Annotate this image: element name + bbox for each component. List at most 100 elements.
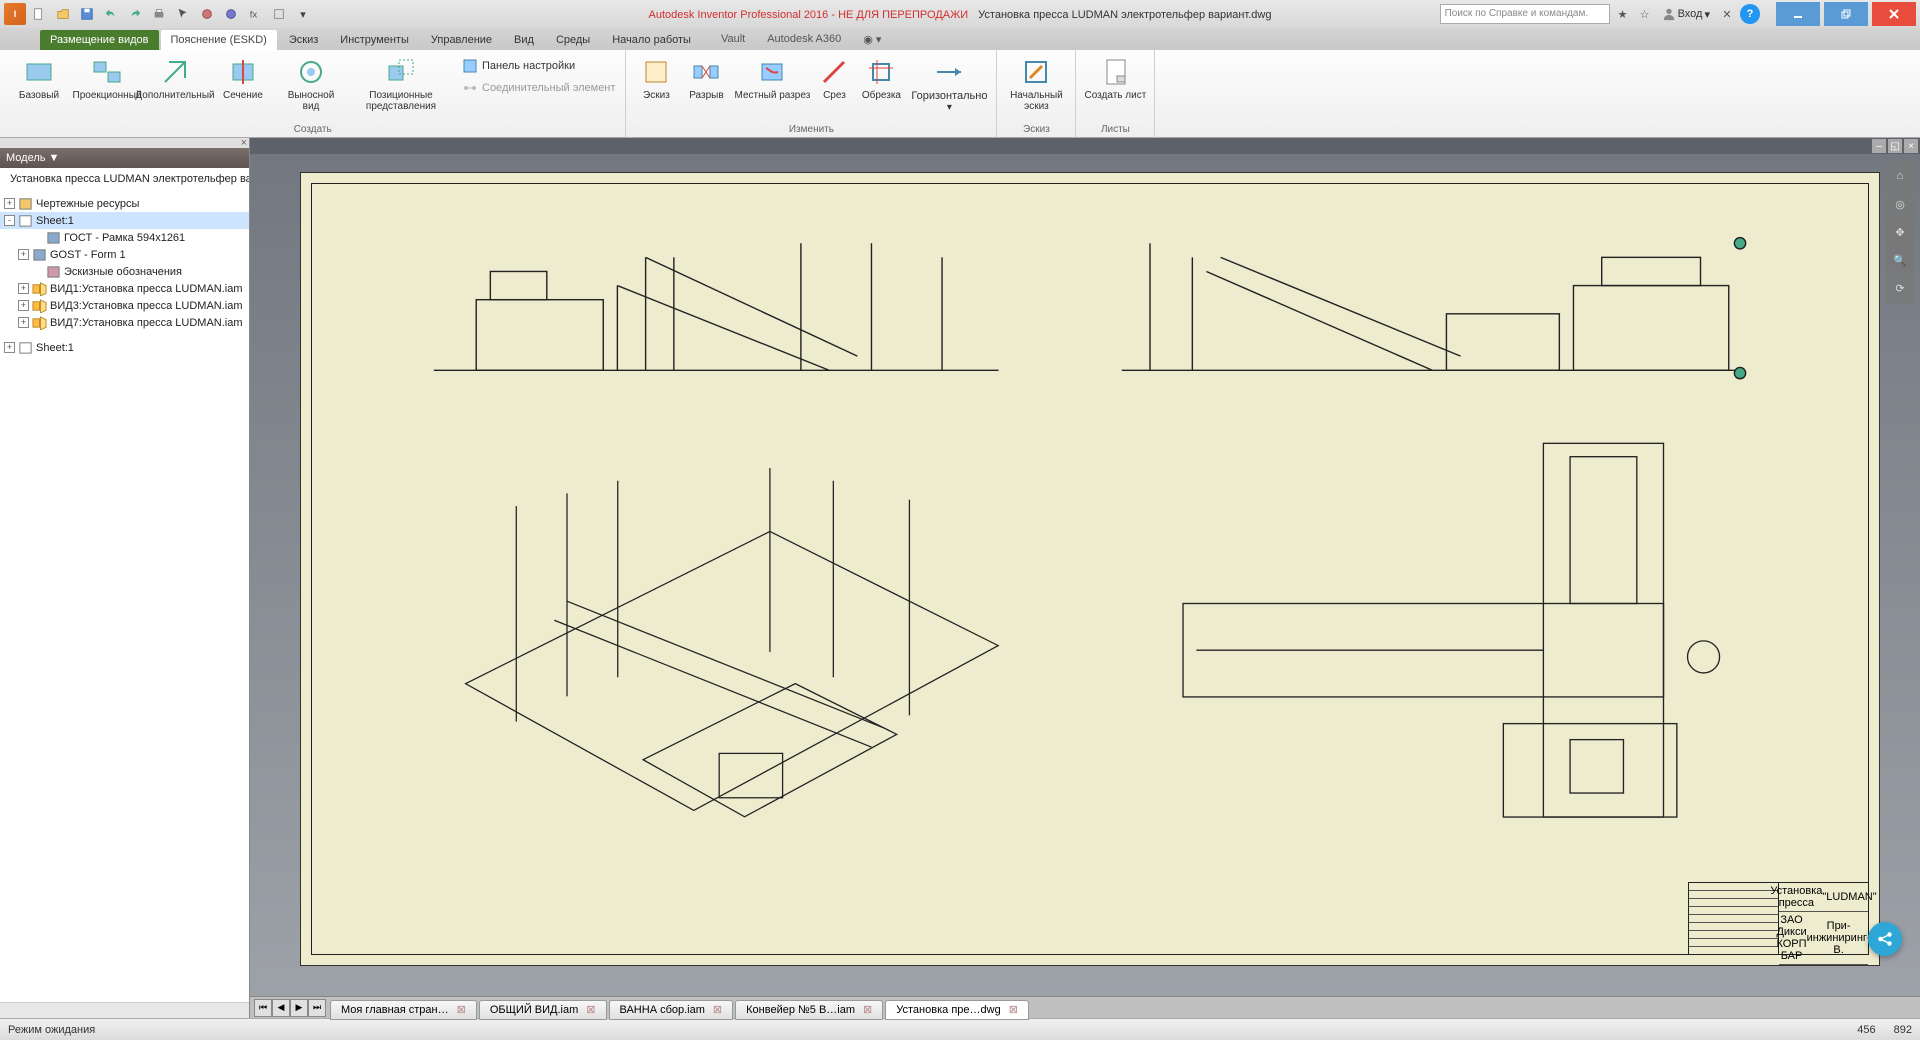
favorite-icon[interactable]: ★ <box>1614 5 1632 23</box>
nav-home-icon[interactable]: ⌂ <box>1888 164 1912 188</box>
tree-item[interactable]: ГОСТ - Рамка 594x1261 <box>0 229 249 246</box>
tree-item[interactable]: +GOST - Form 1 <box>0 246 249 263</box>
document-tab[interactable]: ОБЩИЙ ВИД.iam⊠ <box>479 1000 607 1020</box>
help-icon[interactable]: ? <box>1740 4 1760 24</box>
help-search-input[interactable]: Поиск по Справке и командам. <box>1440 4 1610 24</box>
share-button[interactable] <box>1868 922 1902 956</box>
tree-expand-icon[interactable]: + <box>18 249 29 260</box>
ribbon-tab-a360[interactable]: Autodesk A360 <box>757 29 851 50</box>
drawing-view-iso[interactable] <box>374 430 1090 861</box>
ribbon-tab-getstarted[interactable]: Начало работы <box>602 30 701 50</box>
ribbon-tab-annotate[interactable]: Пояснение (ESKD) <box>161 30 277 50</box>
drawing-view-plan[interactable] <box>1121 430 1806 830</box>
drawing-view-1[interactable] <box>405 215 1027 384</box>
tab-close-icon[interactable]: ⊠ <box>586 1003 595 1016</box>
tab-prev-icon[interactable]: ◀ <box>272 999 290 1017</box>
close-button[interactable] <box>1872 2 1916 26</box>
nav-orbit-icon[interactable]: ⟳ <box>1888 276 1912 300</box>
tree-item-label: ВИД1:Установка пресса LUDMAN.iam <box>50 283 243 295</box>
tree-item[interactable]: +Чертежные ресурсы <box>0 195 249 212</box>
tree-expand-icon[interactable]: + <box>18 317 29 328</box>
drawing-view-3[interactable] <box>1090 215 1775 384</box>
browser-title[interactable]: Модель ▼ <box>0 148 249 168</box>
tab-close-icon[interactable]: ⊠ <box>1009 1003 1018 1016</box>
break-button[interactable]: Разрыв <box>682 52 730 105</box>
tree-item[interactable]: +ВИД3:Установка пресса LUDMAN.iam <box>0 297 249 314</box>
horizontal-button[interactable]: Горизонтально ▾ <box>908 52 990 117</box>
tree-item[interactable]: +Sheet:1 <box>0 339 249 356</box>
qat-print-icon[interactable] <box>148 4 170 24</box>
tree-item[interactable]: Установка пресса LUDMAN электротельфер в… <box>0 170 249 187</box>
document-tab[interactable]: ВАННА сбор.iam⊠ <box>609 1000 734 1020</box>
ribbon-tab-manage[interactable]: Управление <box>421 30 502 50</box>
qat-select-icon[interactable] <box>172 4 194 24</box>
ribbon-group-modify: Эскиз Разрыв Местный разрез Срез Обрезка… <box>626 50 997 137</box>
canvas-wrap: – ◱ × ⌂ ◎ ✥ 🔍 ⟳ <box>250 138 1920 1018</box>
breakout-button[interactable]: Местный разрез <box>732 52 812 105</box>
projected-view-button[interactable]: Проекционный <box>74 52 140 105</box>
app-icon[interactable]: I <box>4 3 26 25</box>
slice-button[interactable]: Срез <box>814 52 854 105</box>
qat-param-icon[interactable]: fx <box>244 4 266 24</box>
qat-home-icon[interactable] <box>268 4 290 24</box>
ribbon-tab-tools[interactable]: Инструменты <box>330 30 419 50</box>
tree-expand-icon[interactable]: + <box>18 300 29 311</box>
ribbon-tab-view[interactable]: Вид <box>504 30 544 50</box>
tree-item[interactable]: +ВИД7:Установка пресса LUDMAN.iam <box>0 314 249 331</box>
document-tab[interactable]: Конвейер №5 В…iam⊠ <box>735 1000 883 1020</box>
ribbon-tab-placeviews[interactable]: Размещение видов <box>40 30 159 50</box>
browser-hscroll[interactable] <box>0 1002 249 1018</box>
drawing-canvas[interactable]: ⌂ ◎ ✥ 🔍 ⟳ <box>250 154 1920 996</box>
auxiliary-view-button[interactable]: Дополнительный <box>142 52 208 105</box>
crop-button[interactable]: Обрезка <box>856 52 906 105</box>
tab-close-icon[interactable]: ⊠ <box>457 1003 466 1016</box>
tree-expand-icon[interactable]: + <box>4 342 15 353</box>
tab-close-icon[interactable]: ⊠ <box>863 1003 872 1016</box>
tree-expand-icon[interactable]: - <box>4 215 15 226</box>
nav-pan-icon[interactable]: ✥ <box>1888 220 1912 244</box>
tree-item[interactable]: Эскизные обозначения <box>0 263 249 280</box>
start-sketch-button[interactable]: Начальный эскиз <box>1003 52 1069 116</box>
nav-steering-icon[interactable]: ◎ <box>1888 192 1912 216</box>
qat-save-icon[interactable] <box>76 4 98 24</box>
tree-expand-icon[interactable]: + <box>4 198 15 209</box>
title-block[interactable]: Установка пресса"LUDMAN" ЗАО Дикси КОРП … <box>1688 882 1868 954</box>
qat-material-icon[interactable] <box>196 4 218 24</box>
ribbon-tab-environments[interactable]: Среды <box>546 30 600 50</box>
tab-first-icon[interactable]: ⏮ <box>254 999 272 1017</box>
nailboard-button[interactable]: Панель настройки <box>458 56 619 76</box>
exchange-icon[interactable]: ✕ <box>1718 5 1736 23</box>
section-view-button[interactable]: Сечение <box>210 52 276 105</box>
doc-restore-icon[interactable]: ◱ <box>1888 139 1902 153</box>
browser-tree[interactable]: Установка пресса LUDMAN электротельфер в… <box>0 168 249 1002</box>
qat-redo-icon[interactable] <box>124 4 146 24</box>
qat-appearance-icon[interactable] <box>220 4 242 24</box>
doc-close-icon[interactable]: × <box>1904 139 1918 153</box>
base-view-button[interactable]: Базовый <box>6 52 72 105</box>
qat-dropdown-icon[interactable]: ▾ <box>292 4 314 24</box>
ribbon-tab-bullet[interactable]: ◉ ▾ <box>853 29 891 50</box>
qat-open-icon[interactable] <box>52 4 74 24</box>
restore-button[interactable] <box>1824 2 1868 26</box>
tree-item[interactable]: + ВИД1:Установка пресса LUDMAN.iam <box>0 280 249 297</box>
document-tab[interactable]: Установка пре…dwg⊠ <box>885 1000 1029 1020</box>
qat-undo-icon[interactable] <box>100 4 122 24</box>
detail-view-button[interactable]: Выносной вид <box>278 52 344 116</box>
star2-icon[interactable]: ☆ <box>1636 5 1654 23</box>
ribbon-tab-sketch[interactable]: Эскиз <box>279 30 328 50</box>
sketch-button[interactable]: Эскиз <box>632 52 680 105</box>
tab-close-icon[interactable]: ⊠ <box>713 1003 722 1016</box>
overlay-view-button[interactable]: Позиционные представления <box>346 52 456 116</box>
new-sheet-button[interactable]: Создать лист <box>1082 52 1148 105</box>
signin-button[interactable]: Вход ▾ <box>1658 7 1714 21</box>
nav-zoom-icon[interactable]: 🔍 <box>1888 248 1912 272</box>
minimize-button[interactable] <box>1776 2 1820 26</box>
document-tab[interactable]: Моя главная стран…⊠ <box>330 1000 477 1020</box>
tab-last-icon[interactable]: ⏭ <box>308 999 326 1017</box>
doc-minimize-icon[interactable]: – <box>1872 139 1886 153</box>
tab-next-icon[interactable]: ▶ <box>290 999 308 1017</box>
ribbon-tab-vault[interactable]: Vault <box>711 29 755 50</box>
tree-expand-icon[interactable]: + <box>18 283 29 294</box>
qat-new-icon[interactable] <box>28 4 50 24</box>
tree-item[interactable]: -Sheet:1 <box>0 212 249 229</box>
